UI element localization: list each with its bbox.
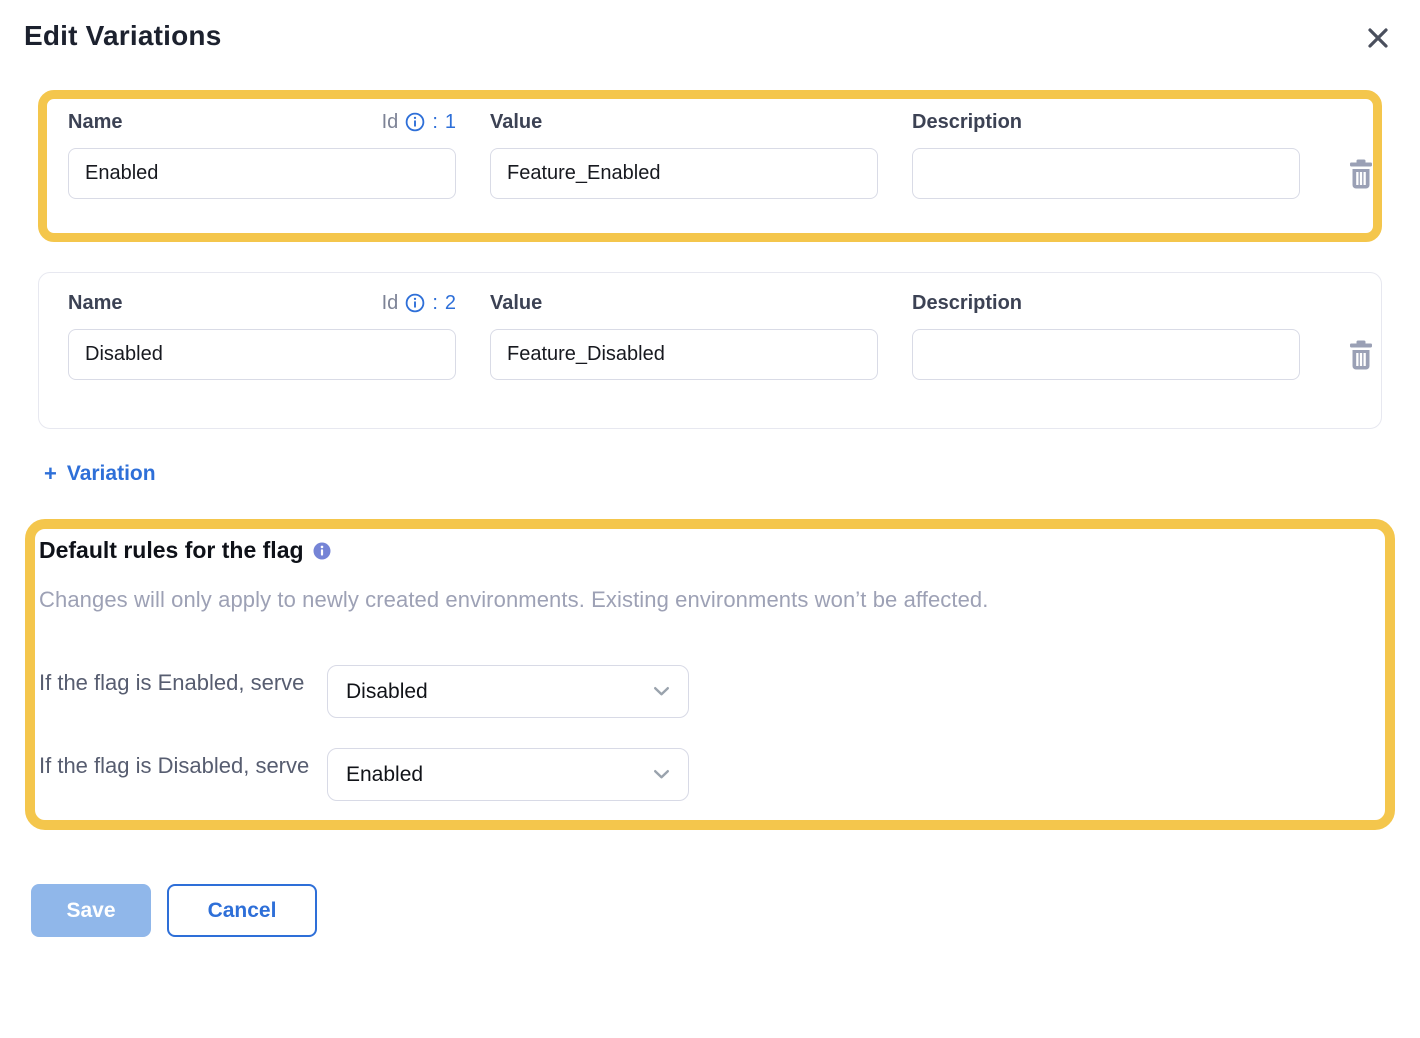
id-label: Id bbox=[382, 111, 399, 134]
value-input[interactable] bbox=[490, 148, 878, 199]
dialog-header: Edit Variations bbox=[0, 0, 1420, 54]
value-input[interactable] bbox=[490, 329, 878, 380]
default-rules-panel: Default rules for the flag Changes will … bbox=[25, 519, 1395, 830]
trash-cell bbox=[1334, 329, 1388, 380]
rule-row-enabled: If the flag is Enabled, serve Disabled bbox=[39, 665, 1365, 718]
info-filled-icon[interactable] bbox=[313, 542, 331, 560]
variation-card-2: Name Id : 2 bbox=[38, 272, 1382, 429]
info-icon[interactable] bbox=[405, 112, 425, 132]
value-field-group: Value bbox=[490, 289, 878, 380]
delete-variation-button[interactable] bbox=[1348, 340, 1374, 370]
name-label: Name bbox=[68, 111, 122, 134]
page-title: Edit Variations bbox=[24, 20, 222, 52]
default-rules-title: Default rules for the flag bbox=[39, 537, 304, 564]
plus-icon: + bbox=[44, 461, 57, 487]
add-variation-button[interactable]: + Variation bbox=[44, 461, 156, 487]
info-icon[interactable] bbox=[405, 293, 425, 313]
description-input[interactable] bbox=[912, 148, 1300, 199]
description-input[interactable] bbox=[912, 329, 1300, 380]
rule-label: If the flag is Enabled, serve bbox=[39, 665, 327, 699]
id-group: Id : 1 bbox=[382, 111, 456, 134]
name-label: Name bbox=[68, 292, 122, 315]
edit-variations-dialog: Edit Variations Name Id bbox=[0, 0, 1420, 1038]
add-variation-label: Variation bbox=[67, 462, 156, 486]
serve-select-enabled[interactable]: Disabled bbox=[327, 665, 689, 718]
selected-value: Enabled bbox=[346, 763, 423, 787]
rule-row-disabled: If the flag is Disabled, serve Enabled bbox=[39, 748, 1365, 801]
close-icon bbox=[1365, 25, 1391, 51]
trash-cell bbox=[1334, 148, 1388, 199]
value-label: Value bbox=[490, 292, 542, 315]
id-value: 2 bbox=[445, 292, 456, 315]
id-separator: : bbox=[432, 292, 438, 315]
delete-variation-button[interactable] bbox=[1348, 159, 1374, 189]
save-button[interactable]: Save bbox=[31, 884, 151, 937]
chevron-down-icon bbox=[653, 686, 670, 697]
name-field-group: Name Id : 1 bbox=[68, 108, 456, 199]
chevron-down-icon bbox=[653, 769, 670, 780]
trash-icon bbox=[1348, 177, 1374, 192]
value-label: Value bbox=[490, 111, 542, 134]
description-field-group: Description bbox=[912, 289, 1300, 380]
close-button[interactable] bbox=[1362, 22, 1394, 54]
description-label: Description bbox=[912, 292, 1022, 315]
cancel-button[interactable]: Cancel bbox=[167, 884, 317, 937]
description-field-group: Description bbox=[912, 108, 1300, 199]
value-field-group: Value bbox=[490, 108, 878, 199]
name-field-group: Name Id : 2 bbox=[68, 289, 456, 380]
serve-select-disabled[interactable]: Enabled bbox=[327, 748, 689, 801]
id-label: Id bbox=[382, 292, 399, 315]
id-value: 1 bbox=[445, 111, 456, 134]
id-group: Id : 2 bbox=[382, 292, 456, 315]
selected-value: Disabled bbox=[346, 680, 428, 704]
rules-note: Changes will only apply to newly created… bbox=[39, 587, 1365, 613]
dialog-footer: Save Cancel bbox=[31, 884, 1420, 937]
id-separator: : bbox=[432, 111, 438, 134]
trash-icon bbox=[1348, 358, 1374, 373]
name-input[interactable] bbox=[68, 329, 456, 380]
variation-card-1: Name Id : 1 bbox=[38, 90, 1382, 242]
name-input[interactable] bbox=[68, 148, 456, 199]
description-label: Description bbox=[912, 111, 1022, 134]
rule-label: If the flag is Disabled, serve bbox=[39, 748, 327, 782]
